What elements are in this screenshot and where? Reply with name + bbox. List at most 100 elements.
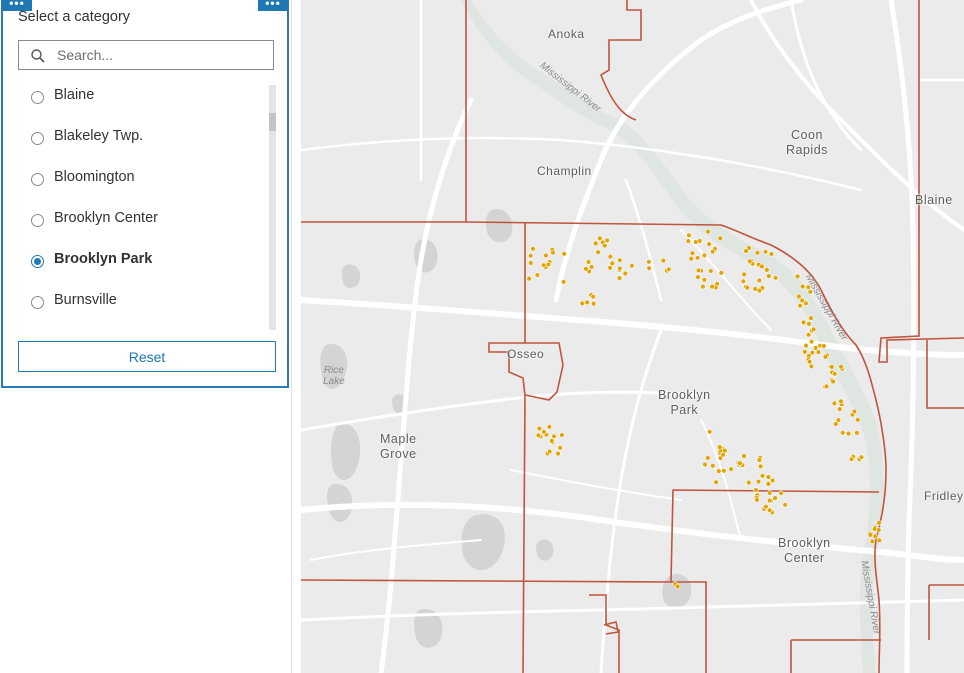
point-marker[interactable] [700, 283, 706, 290]
point-marker[interactable] [705, 455, 711, 461]
point-marker[interactable] [876, 537, 883, 544]
point-marker[interactable] [822, 354, 829, 360]
point-marker[interactable] [755, 478, 762, 485]
point-marker[interactable] [746, 479, 752, 486]
point-marker[interactable] [802, 349, 808, 355]
point-marker[interactable] [588, 264, 595, 270]
point-marker[interactable] [717, 444, 723, 450]
point-marker[interactable] [550, 250, 556, 256]
point-marker[interactable] [831, 400, 838, 407]
point-marker[interactable] [541, 429, 547, 435]
point-marker[interactable] [646, 259, 652, 265]
point-marker[interactable] [756, 457, 763, 463]
point-marker[interactable] [810, 326, 817, 333]
point-marker[interactable] [607, 254, 613, 260]
point-marker[interactable] [705, 229, 711, 235]
point-marker[interactable] [838, 364, 844, 370]
point-marker[interactable] [709, 283, 715, 290]
point-marker[interactable] [803, 342, 809, 349]
point-marker[interactable] [609, 260, 615, 267]
point-marker[interactable] [855, 417, 861, 423]
point-marker[interactable] [597, 235, 603, 242]
point-marker[interactable] [549, 438, 555, 444]
point-marker[interactable] [743, 248, 749, 254]
point-marker[interactable] [737, 460, 743, 466]
point-marker[interactable] [767, 490, 773, 496]
point-marker[interactable] [718, 270, 724, 276]
point-marker[interactable] [534, 272, 541, 278]
point-marker[interactable] [768, 251, 775, 257]
point-marker[interactable] [778, 490, 784, 496]
point-marker[interactable] [693, 239, 699, 245]
point-marker[interactable] [765, 481, 771, 487]
point-marker[interactable] [694, 255, 701, 261]
point-marker[interactable] [717, 235, 723, 242]
point-marker[interactable] [854, 430, 860, 436]
option-blaine[interactable]: Blaine [3, 78, 268, 114]
point-marker[interactable] [741, 453, 747, 459]
point-marker[interactable] [838, 398, 844, 405]
point-marker[interactable] [876, 520, 882, 526]
point-marker[interactable] [799, 297, 805, 304]
point-marker[interactable] [829, 364, 835, 370]
point-marker[interactable] [584, 299, 590, 306]
point-marker[interactable] [806, 359, 813, 365]
point-marker[interactable] [617, 257, 623, 263]
radio-button[interactable] [31, 132, 44, 145]
point-marker[interactable] [764, 267, 770, 273]
point-marker[interactable] [797, 303, 803, 309]
reset-button[interactable]: Reset [18, 341, 276, 372]
point-marker[interactable] [528, 260, 534, 266]
point-marker[interactable] [741, 271, 747, 278]
point-marker[interactable] [759, 473, 766, 479]
point-marker[interactable] [701, 277, 708, 283]
point-marker[interactable] [806, 321, 812, 327]
radio-button[interactable] [31, 214, 44, 227]
point-marker[interactable] [695, 274, 701, 280]
point-marker[interactable] [557, 445, 563, 451]
point-marker[interactable] [800, 283, 806, 290]
point-marker[interactable] [622, 270, 628, 277]
point-marker[interactable] [536, 425, 543, 432]
point-marker[interactable] [875, 527, 882, 533]
point-marker[interactable] [560, 279, 567, 285]
map-view[interactable]: Anoka Coon Rapids Champlin Blaine Osseo … [301, 0, 964, 673]
point-marker[interactable] [831, 371, 838, 377]
point-marker[interactable] [695, 267, 702, 274]
point-marker[interactable] [772, 275, 779, 281]
point-marker[interactable] [805, 332, 812, 338]
point-marker[interactable] [617, 265, 623, 272]
point-marker[interactable] [701, 252, 708, 259]
point-marker[interactable] [794, 273, 801, 280]
point-marker[interactable] [769, 477, 776, 484]
point-marker[interactable] [689, 250, 696, 256]
option-brooklyn-center[interactable]: Brooklyn Center [3, 201, 268, 237]
point-marker[interactable] [595, 249, 601, 255]
point-marker[interactable] [541, 262, 547, 268]
point-marker[interactable] [555, 450, 561, 457]
point-marker[interactable] [604, 237, 610, 244]
point-marker[interactable] [660, 257, 666, 264]
point-marker[interactable] [754, 250, 761, 256]
point-marker[interactable] [740, 278, 746, 284]
point-marker[interactable] [674, 583, 681, 590]
point-marker[interactable] [756, 277, 762, 284]
point-marker[interactable] [766, 497, 773, 504]
point-marker[interactable] [602, 243, 608, 249]
point-marker[interactable] [763, 504, 769, 510]
point-marker[interactable] [756, 287, 763, 294]
point-marker[interactable] [559, 432, 565, 438]
radio-button[interactable] [31, 173, 44, 186]
point-marker[interactable] [708, 268, 714, 274]
point-marker[interactable] [590, 300, 597, 307]
point-marker[interactable] [579, 300, 585, 307]
point-marker[interactable] [754, 497, 760, 503]
point-marker[interactable] [872, 533, 878, 540]
point-marker[interactable] [546, 424, 553, 430]
point-marker[interactable] [593, 240, 599, 247]
point-marker[interactable] [551, 433, 557, 439]
point-marker[interactable] [851, 408, 858, 415]
point-marker[interactable] [762, 249, 769, 255]
radio-button[interactable] [31, 296, 44, 309]
point-marker[interactable] [666, 266, 672, 272]
